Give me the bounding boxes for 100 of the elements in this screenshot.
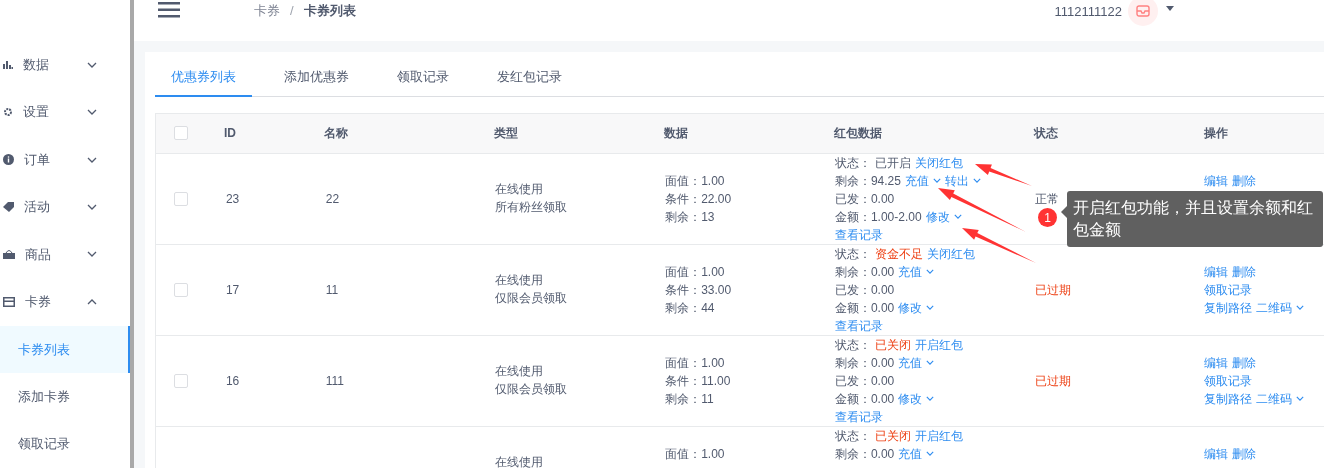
chevron-down-icon [926,269,935,274]
sidebar-menu-item[interactable]: 活动 [0,183,130,231]
username: 1112111122 [1054,3,1122,21]
table-cell-text: 条件：33.00 [665,281,733,299]
chevron-down-icon [87,204,97,211]
chevron-down-icon [926,305,935,310]
avatar[interactable] [1128,0,1158,26]
redpacket-status: 已关闭 [874,427,911,445]
chevron-down-icon [1296,396,1305,401]
breadcrumb-item: 卡券列表 [303,2,356,20]
tab[interactable]: 添加优惠券 [268,66,365,97]
checkbox[interactable] [174,126,188,140]
table-cell-text: 剩余：0.00 [834,354,895,372]
table-cell-text: 面值：1.00 [665,263,726,281]
toggle-link[interactable]: 关闭红包 [926,244,975,263]
column-header: 红包数据 [834,125,883,142]
checkbox[interactable] [174,282,188,297]
basket-icon [3,249,15,260]
recharge-dropdown[interactable]: 充值 [898,353,935,372]
status-text: 已过期 [1034,282,1071,297]
menu-icon[interactable] [158,2,180,18]
table-cell: 17 [225,282,240,297]
toggle-link[interactable]: 开启红包 [914,335,963,354]
tab[interactable]: 优惠券列表 [155,66,252,97]
action-link[interactable]: 删除 [1232,262,1257,281]
action-link[interactable]: 删除 [1232,171,1257,190]
column-header: 名称 [324,125,349,142]
column-header: 状态 [1034,125,1059,142]
toggle-link[interactable]: 开启红包 [914,426,963,445]
chevron-down-icon [926,451,935,456]
table-cell-text: 已发：0.00 [834,281,895,299]
table-cell-text: 已发：0.00 [834,372,895,390]
modify-dropdown[interactable]: 修改 [898,298,935,317]
info-icon [3,154,14,166]
caret-icon[interactable] [1166,6,1174,11]
action-link[interactable]: 删除 [1232,353,1257,372]
table-cell-text: 仅限会员领取 [495,289,569,307]
table-cell-text: 面值：1.00 [665,354,726,372]
breadcrumb-item[interactable]: 卡券 [254,1,280,21]
modify-dropdown[interactable]: 修改 [925,207,962,226]
table-cell-text: 金额：0.00 [834,299,895,317]
table-cell: 23 [225,191,240,206]
action-link[interactable]: 删除 [1232,444,1257,463]
action-link[interactable]: 二维码 [1256,298,1305,317]
view-records-link[interactable]: 查看记录 [834,407,883,426]
status-text: 已过期 [1034,373,1071,388]
view-records-link[interactable]: 查看记录 [834,316,883,335]
action-link[interactable]: 编辑 [1204,262,1229,281]
action-link[interactable]: 编辑 [1204,171,1229,190]
table-cell-text: 剩余：44 [665,299,716,317]
column-header: 操作 [1204,125,1229,142]
recharge-dropdown[interactable]: 充值 [898,262,935,281]
redpacket-status: 已开启 [874,154,911,172]
chevron-up-icon [87,298,97,305]
action-link[interactable]: 领取记录 [1204,280,1253,299]
toggle-link[interactable]: 关闭红包 [914,153,963,172]
action-link[interactable]: 复制路径 [1204,298,1253,317]
sidebar-menu-item[interactable]: 商品 [0,230,130,279]
annotation-arrow [975,164,1032,186]
action-link[interactable]: 编辑 [1204,444,1229,463]
recharge-dropdown[interactable]: 充值 [898,444,935,463]
checkbox[interactable] [174,373,188,388]
table-cell-text: 在线使用 [495,180,545,198]
submenu-item[interactable]: 领取记录 [0,420,130,468]
action-link[interactable]: 编辑 [1204,353,1229,372]
chevron-down-icon [87,109,97,116]
table-cell-text: 剩余：13 [665,208,716,226]
table-cell-text: 状态： [834,245,871,263]
table-cell: 111 [325,373,344,388]
action-link[interactable]: 复制路径 [1204,389,1253,408]
recharge-dropdown[interactable]: 充值 [904,171,941,190]
table-cell: 11 [325,282,339,297]
sidebar-menu-item[interactable]: 数据 [0,41,130,89]
table-cell-text: 状态： [834,427,871,445]
action-link[interactable]: 领取记录 [1204,371,1253,390]
tab[interactable]: 发红包记录 [481,66,578,97]
submenu-item[interactable]: 添加卡券 [0,373,130,421]
transfer-dropdown[interactable]: 转出 [944,171,981,190]
checkbox[interactable] [174,191,188,206]
table-cell-text: 剩余：94.25 [834,172,901,190]
modify-dropdown[interactable]: 修改 [898,389,935,408]
column-header: ID [224,125,237,142]
table-cell-text: 所有粉丝领取 [495,198,569,216]
table-cell-text: 面值：1.00 [665,445,726,463]
action-link[interactable]: 二维码 [1256,389,1305,408]
sidebar-menu-item[interactable]: 订单 [0,135,130,184]
table-cell-text: 在线使用 [495,362,545,380]
status-text: 正常 [1034,191,1059,206]
table-cell: 16 [225,373,240,388]
card-icon [3,296,15,307]
tab[interactable]: 领取记录 [381,66,465,97]
chevron-down-icon [972,178,981,183]
submenu-item[interactable]: 卡券列表 [0,325,130,374]
sidebar-menu-item[interactable]: 卡券 [0,278,130,326]
view-records-link[interactable]: 查看记录 [834,225,883,244]
column-header: 数据 [664,125,689,142]
chevron-down-icon [926,360,935,365]
annotation-tooltip: 开启红包功能，并且设置余额和红包金额 [1067,191,1323,247]
sidebar-menu-item[interactable]: 设置 [0,88,130,136]
chevron-down-icon [87,251,97,258]
